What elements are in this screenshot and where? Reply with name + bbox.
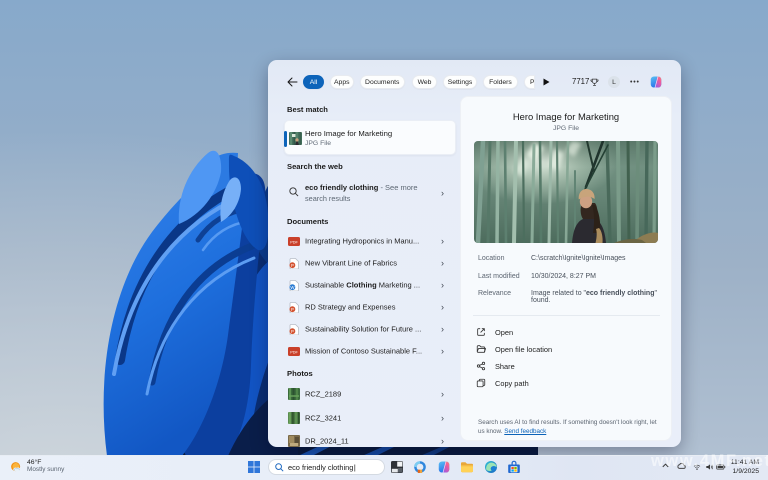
svg-text:PDF: PDF [290, 350, 298, 354]
svg-text:P: P [291, 328, 294, 333]
svg-text:P: P [291, 306, 294, 311]
svg-text:P: P [291, 262, 294, 267]
svg-text:PDF: PDF [290, 240, 298, 244]
